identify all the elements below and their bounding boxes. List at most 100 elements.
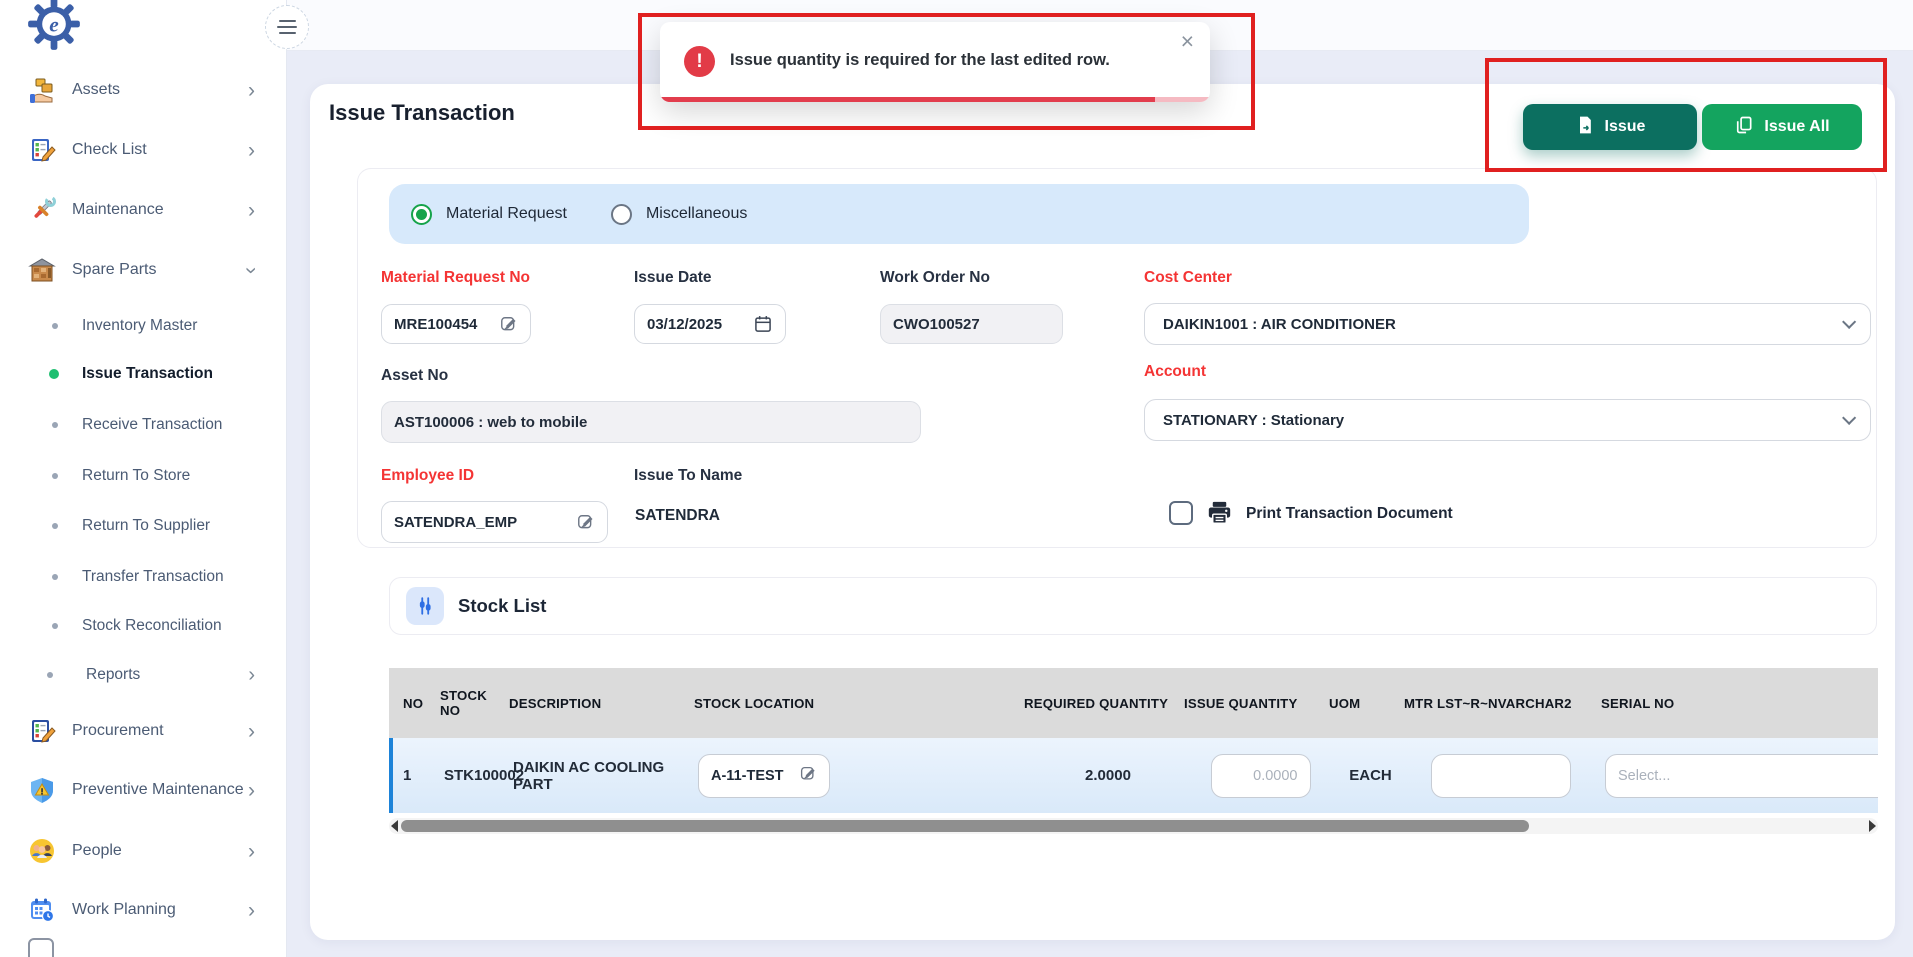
employee-id-label: Employee ID bbox=[381, 467, 474, 485]
sidebar-item-preventive-maintenance[interactable]: Preventive Maintenance › bbox=[0, 766, 287, 814]
horizontal-scrollbar[interactable] bbox=[389, 818, 1878, 834]
bullet-icon bbox=[52, 422, 58, 428]
cost-center-dropdown[interactable]: DAIKIN1001 : AIR CONDITIONER bbox=[1144, 303, 1871, 345]
sidebar-item-stock-reconciliation[interactable]: Stock Reconciliation bbox=[0, 604, 287, 648]
copy-pages-icon bbox=[1734, 115, 1754, 140]
asset-no-field: AST100006 : web to mobile bbox=[381, 401, 921, 443]
issue-date-field[interactable] bbox=[634, 304, 786, 344]
transaction-form: Material Request Miscellaneous Material … bbox=[357, 168, 1877, 548]
mtr-lst-field[interactable] bbox=[1431, 754, 1571, 798]
sidebar-item-assets[interactable]: Assets › bbox=[0, 66, 287, 114]
printer-icon bbox=[1206, 499, 1233, 531]
app: e Assets › bbox=[0, 0, 1913, 957]
issue-to-name-label: Issue To Name bbox=[634, 467, 742, 485]
toast-progress bbox=[660, 97, 1210, 102]
chevron-right-icon: › bbox=[248, 721, 255, 742]
sidebar-item-issue-transaction[interactable]: Issue Transaction bbox=[0, 352, 287, 396]
row-required-quantity: 2.0000 bbox=[1028, 767, 1188, 784]
scroll-left-icon[interactable] bbox=[391, 820, 398, 832]
chevron-right-icon: › bbox=[248, 665, 255, 685]
procurement-icon bbox=[28, 717, 56, 745]
work-order-no-field: CWO100527 bbox=[880, 304, 1063, 344]
scrollbar-thumb[interactable] bbox=[401, 820, 1529, 832]
work-planning-icon bbox=[28, 896, 56, 924]
assets-icon bbox=[28, 76, 56, 104]
sidebar-item-work-planning[interactable]: Work Planning › bbox=[0, 886, 287, 934]
chevron-down-icon bbox=[1842, 315, 1856, 329]
stock-list-title: Stock List bbox=[458, 595, 546, 617]
bullet-icon bbox=[47, 672, 53, 678]
error-icon: ! bbox=[684, 46, 715, 77]
print-document-label: Print Transaction Document bbox=[1246, 505, 1453, 523]
chevron-right-icon: › bbox=[248, 841, 255, 862]
svg-text:e: e bbox=[49, 12, 59, 36]
sidebar-item-procurement[interactable]: Procurement › bbox=[0, 707, 287, 755]
sidebar-item-check-list[interactable]: Check List › bbox=[0, 126, 287, 174]
sidebar-toggle-button[interactable] bbox=[265, 5, 309, 49]
stock-table: NO STOCK NO DESCRIPTION STOCK LOCATION R… bbox=[389, 668, 1878, 815]
issue-quantity-field[interactable] bbox=[1211, 754, 1311, 798]
stock-table-header: NO STOCK NO DESCRIPTION STOCK LOCATION R… bbox=[389, 668, 1878, 738]
issue-all-button[interactable]: Issue All bbox=[1702, 104, 1862, 150]
asset-no-label: Asset No bbox=[381, 367, 448, 385]
row-stock-no: STK100002 bbox=[438, 767, 513, 784]
chevron-right-icon: › bbox=[248, 140, 255, 161]
print-document-checkbox[interactable] bbox=[1169, 501, 1193, 525]
sidebar-item-spare-parts[interactable]: Spare Parts › bbox=[0, 246, 287, 294]
chevron-right-icon: › bbox=[248, 200, 255, 221]
employee-id-field[interactable] bbox=[381, 501, 608, 543]
spare-parts-icon bbox=[28, 256, 56, 284]
toast-message: Issue quantity is required for the last … bbox=[730, 51, 1110, 70]
stock-list-icon bbox=[406, 587, 444, 625]
sidebar-item-inventory-master[interactable]: Inventory Master bbox=[0, 304, 287, 348]
issue-document-icon bbox=[1575, 115, 1595, 140]
calendar-icon[interactable] bbox=[753, 314, 773, 334]
sidebar-item-receive-transaction[interactable]: Receive Transaction bbox=[0, 403, 287, 447]
stock-list-header: Stock List bbox=[389, 577, 1877, 635]
bullet-icon bbox=[52, 623, 58, 629]
sidebar-item-maintenance[interactable]: Maintenance › bbox=[0, 186, 287, 234]
sidebar-item-people[interactable]: People › bbox=[0, 827, 287, 875]
row-description: DAIKIN AC COOLING PART bbox=[513, 759, 698, 793]
issue-button[interactable]: Issue bbox=[1523, 104, 1697, 150]
edit-icon[interactable] bbox=[799, 765, 817, 787]
radio-unselected-icon bbox=[611, 204, 632, 225]
sidebar-item-return-to-store[interactable]: Return To Store bbox=[0, 454, 287, 498]
edit-icon[interactable] bbox=[499, 315, 518, 334]
check-list-icon bbox=[28, 136, 56, 164]
work-order-no-label: Work Order No bbox=[880, 269, 990, 287]
transaction-type-selector: Material Request Miscellaneous bbox=[389, 184, 1529, 244]
chevron-right-icon: › bbox=[248, 80, 255, 101]
bullet-icon bbox=[52, 473, 58, 479]
bullet-icon bbox=[52, 523, 58, 529]
material-request-no-label: Material Request No bbox=[381, 269, 530, 287]
account-label: Account bbox=[1144, 363, 1206, 381]
people-icon bbox=[28, 837, 56, 865]
preventive-maintenance-icon bbox=[28, 776, 56, 804]
radio-miscellaneous[interactable]: Miscellaneous bbox=[611, 204, 747, 225]
issue-to-name-value: SATENDRA bbox=[635, 507, 720, 525]
scroll-right-icon[interactable] bbox=[1869, 820, 1876, 832]
bullet-icon bbox=[52, 574, 58, 580]
sidebar-item-reports[interactable]: Reports › bbox=[0, 653, 287, 697]
edit-icon[interactable] bbox=[576, 513, 595, 532]
cost-center-label: Cost Center bbox=[1144, 269, 1232, 287]
chevron-down-icon bbox=[1842, 411, 1856, 425]
active-dot-icon bbox=[49, 369, 59, 379]
error-toast: ! Issue quantity is required for the las… bbox=[660, 22, 1210, 102]
close-icon[interactable]: × bbox=[1181, 30, 1194, 53]
sidebar-item-transfer-transaction[interactable]: Transfer Transaction bbox=[0, 555, 287, 599]
serial-no-select[interactable] bbox=[1605, 754, 1878, 798]
sidebar: e Assets › bbox=[0, 0, 287, 957]
material-request-no-field[interactable] bbox=[381, 304, 531, 344]
app-logo[interactable]: e bbox=[27, 0, 81, 56]
bullet-icon bbox=[52, 323, 58, 329]
table-row: 1 STK100002 DAIKIN AC COOLING PART 2.000… bbox=[389, 738, 1878, 813]
account-dropdown[interactable]: STATIONARY : Stationary bbox=[1144, 399, 1871, 441]
sidebar-item-return-to-supplier[interactable]: Return To Supplier bbox=[0, 504, 287, 548]
page-title: Issue Transaction bbox=[329, 100, 515, 126]
radio-selected-icon bbox=[411, 204, 432, 225]
row-uom: EACH bbox=[1333, 767, 1408, 784]
radio-material-request[interactable]: Material Request bbox=[411, 204, 567, 225]
stock-location-field[interactable] bbox=[698, 754, 830, 798]
